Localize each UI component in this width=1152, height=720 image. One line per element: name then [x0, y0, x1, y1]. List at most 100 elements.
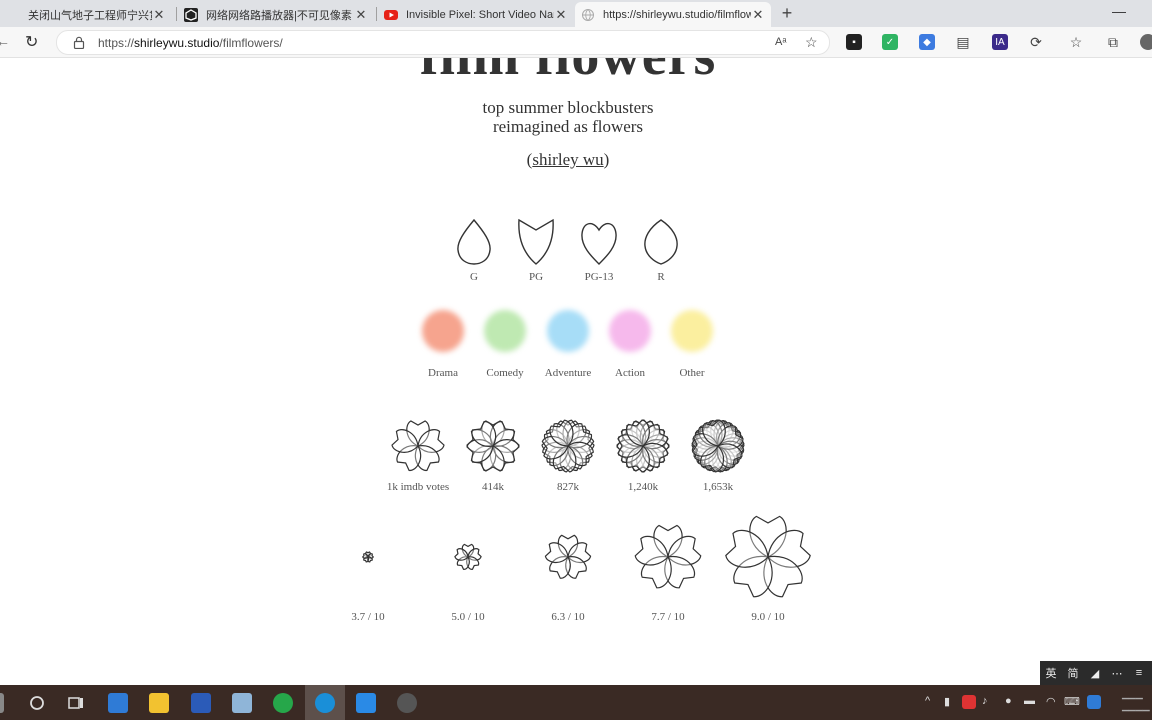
tab-3[interactable]: Invisible Pixel: Short Video Nar ✕ [378, 2, 574, 27]
genre-label: Other [679, 367, 705, 379]
photos-app-icon[interactable] [356, 693, 376, 713]
ime-language[interactable]: 英 [1040, 665, 1062, 681]
tab-title: 网络网络路播放器|不可见像素 [206, 9, 352, 22]
tab-2[interactable]: 网络网络路播放器|不可见像素 ✕ [178, 2, 374, 27]
back-icon[interactable]: ← [0, 33, 10, 49]
tab-title: Invisible Pixel: Short Video Nar [406, 8, 554, 21]
gear-icon[interactable] [397, 693, 417, 713]
author-credit: (shirley wu) [526, 150, 610, 169]
tab-1[interactable]: 关闭山气地子工程师宁兴贷萨克 ✕ [0, 2, 172, 27]
flower-icon [634, 524, 702, 589]
settings-app-icon[interactable] [108, 693, 128, 713]
windows-start-icon[interactable] [0, 693, 4, 713]
votes-label: 827k [557, 481, 579, 493]
flower-icon [454, 543, 482, 570]
minimize-button[interactable]: — [1112, 3, 1126, 19]
page-title: film flowers [0, 58, 1136, 88]
subtitle-line-2: reimagined as flowers [492, 117, 644, 136]
add-favorite-icon[interactable]: ☆ [805, 34, 818, 51]
tray-app-icon[interactable]: ▮ [944, 695, 950, 708]
lock-icon [73, 36, 85, 49]
address-bar[interactable]: https://shirleywu.studio/filmflowers/ Aᵃ… [56, 30, 830, 55]
tray-chevron-icon[interactable]: ^ [925, 695, 930, 707]
translate-icon[interactable]: ▤ [955, 34, 971, 50]
profile-avatar[interactable] [1140, 34, 1152, 50]
votes-label: 1,653k [702, 481, 734, 493]
tray-app-icon[interactable] [1087, 695, 1101, 709]
ime-settings-icon[interactable]: ◢ [1084, 667, 1106, 680]
clock[interactable]: ▁▁▁ ▁▁▁▁ [1122, 688, 1150, 712]
rating-label: 3.7 / 10 [351, 611, 385, 623]
ime-mode[interactable]: 简 [1062, 665, 1084, 681]
tab-title: https://shirleywu.studio/filmflow [603, 8, 751, 21]
tab-favicon [6, 8, 20, 22]
rating-label: 9.0 / 10 [751, 611, 785, 623]
flower-icon [362, 551, 374, 563]
petal-g-icon [457, 218, 491, 265]
new-tab-button[interactable]: + [778, 3, 796, 24]
extension-icon[interactable]: ▪ [846, 34, 862, 50]
color-swatch [422, 310, 464, 352]
page-content: film flowers top summer blockbusters rei… [0, 58, 1152, 685]
votes-label: 1k imdb votes [386, 481, 450, 493]
shield-icon[interactable]: ✓ [882, 34, 898, 50]
file-explorer-icon[interactable] [149, 693, 169, 713]
tray-red-app-icon[interactable] [962, 695, 976, 709]
color-swatch [547, 310, 589, 352]
flower-icon [616, 419, 670, 473]
rating-label: 7.7 / 10 [651, 611, 685, 623]
youtube-icon [384, 9, 398, 20]
flower-icon [541, 419, 595, 473]
globe-icon [582, 8, 594, 21]
close-icon[interactable]: ✕ [554, 7, 568, 23]
edge-browser-icon[interactable] [315, 693, 335, 713]
green-app-icon[interactable] [273, 693, 293, 713]
rating-label: 5.0 / 10 [451, 611, 485, 623]
close-icon[interactable]: ✕ [152, 7, 166, 23]
collections-icon[interactable]: ⧉ [1105, 34, 1121, 50]
notes-app-icon[interactable] [232, 693, 252, 713]
extension-icon[interactable]: IA [992, 34, 1008, 50]
reload-icon[interactable]: ↻ [25, 32, 38, 52]
tray-volume-icon[interactable]: ♪ [982, 695, 988, 707]
tab-divider [176, 7, 177, 21]
extensions-puzzle-icon[interactable]: ⟳ [1028, 34, 1044, 50]
read-aloud-icon[interactable]: Aᵃ [775, 36, 786, 48]
extension-icon[interactable]: ◆ [919, 34, 935, 50]
ime-more-icon[interactable]: ⋯ [1106, 667, 1128, 680]
tray-wifi-icon[interactable]: ◠ [1046, 695, 1056, 708]
votes-label: 1,240k [627, 481, 659, 493]
tray-network-icon[interactable]: ▬ [1024, 695, 1035, 707]
task-view-icon[interactable] [66, 693, 86, 713]
flower-icon [391, 420, 445, 472]
tray-app-icon[interactable]: ● [1005, 695, 1012, 707]
rating-label: 6.3 / 10 [551, 611, 585, 623]
tab-strip: 关闭山气地子工程师宁兴贷萨克 ✕ 网络网络路播放器|不可见像素 ✕ Invisi… [0, 0, 1152, 27]
word-icon[interactable] [191, 693, 211, 713]
color-swatch [609, 310, 651, 352]
close-icon[interactable]: ✕ [354, 7, 368, 23]
favorites-icon[interactable]: ☆ [1068, 34, 1084, 50]
tab-title: 关闭山气地子工程师宁兴贷萨克 [28, 9, 152, 22]
flower-icon [466, 420, 520, 472]
flower-icon [691, 419, 745, 473]
author-link[interactable]: shirley wu [532, 150, 603, 169]
petal-pg-icon [518, 218, 554, 265]
ime-menu-icon[interactable]: ≡ [1128, 667, 1150, 679]
ime-toolbar: 英 简 ◢ ⋯ ≡ [1040, 661, 1152, 685]
votes-label: 414k [482, 481, 504, 493]
petal-pg13-icon [581, 223, 617, 265]
search-icon[interactable] [27, 693, 47, 713]
subtitle-line-1: top summer blockbusters [482, 98, 654, 117]
close-icon[interactable]: ✕ [751, 7, 765, 23]
tray-input-icon[interactable]: ⌨ [1064, 695, 1080, 708]
unity-icon [184, 7, 198, 22]
flower-icon [725, 515, 811, 598]
tab-4-active[interactable]: https://shirleywu.studio/filmflow ✕ [575, 2, 771, 27]
tab-divider [376, 7, 377, 21]
color-swatch [484, 310, 526, 352]
url-text: https://shirleywu.studio/filmflowers/ [98, 36, 283, 50]
petal-r-label: R [657, 271, 665, 283]
taskbar: ^ ▮ ♪ ● ▬ ◠ ⌨ ▁▁▁ ▁▁▁▁ [0, 685, 1152, 720]
petal-r-icon [644, 219, 678, 265]
